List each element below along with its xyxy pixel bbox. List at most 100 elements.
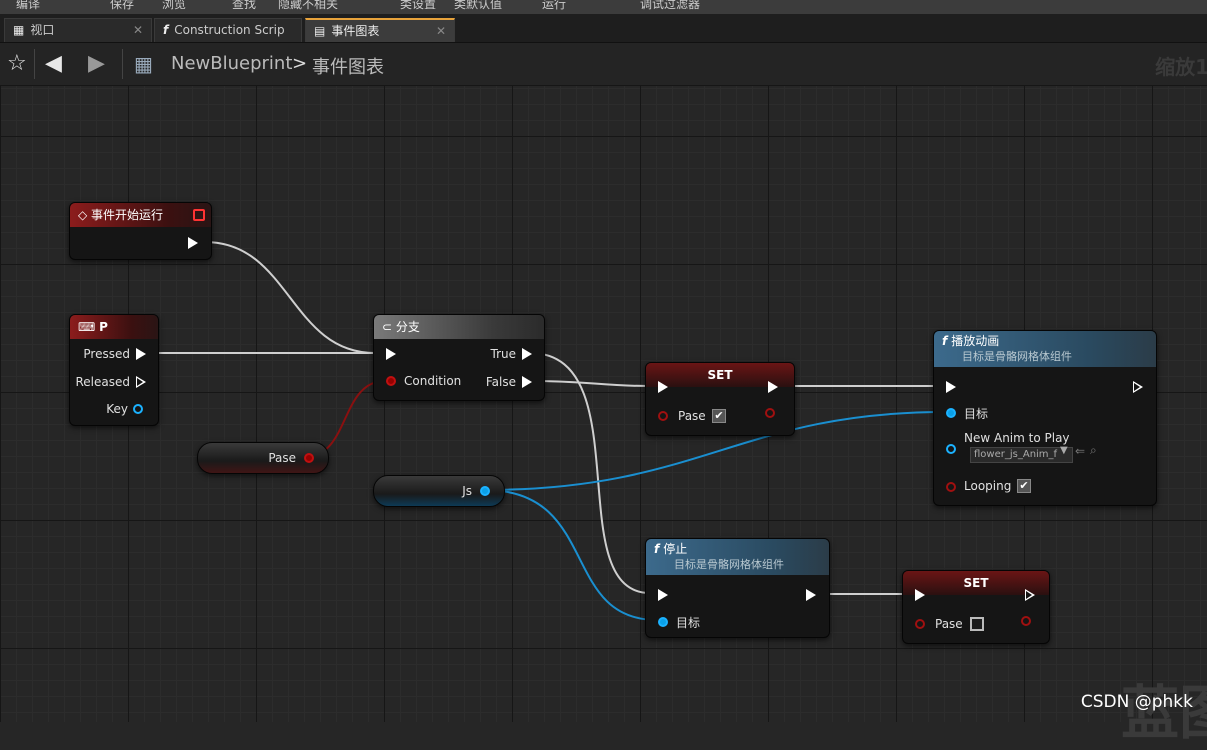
pase-out-pin[interactable] (304, 453, 314, 463)
exec-in-pin[interactable] (658, 589, 668, 601)
true-exec-pin[interactable] (522, 348, 532, 360)
node-title: 分支 (395, 320, 420, 334)
tab-construction-script[interactable]: f Construction Scrip (154, 18, 302, 42)
pase-getter-node[interactable]: Pase (197, 442, 329, 474)
close-icon[interactable]: ✕ (133, 19, 143, 41)
event-graph-icon: ▦ (134, 52, 153, 76)
pase-out-pin[interactable] (765, 408, 775, 418)
use-selected-arrow-icon[interactable]: ⇐ (1075, 444, 1085, 458)
watermark: CSDN @phkk (1080, 692, 1193, 712)
node-header: f 播放动画 目标是骨骼网格体组件 (934, 331, 1156, 367)
target-pin[interactable] (946, 408, 956, 418)
branch-node[interactable]: ⊂ 分支 True Condition False (373, 314, 545, 401)
node-subtitle: 目标是骨骼网格体组件 (962, 350, 1072, 363)
toolbar-hide-unrelated[interactable]: 隐藏不相关 (278, 0, 338, 12)
looping-label: Looping (964, 479, 1012, 493)
pase-in-pin[interactable] (915, 619, 925, 629)
node-title: 播放动画 (951, 334, 1000, 348)
js-getter-node[interactable]: Js (373, 475, 505, 507)
new-anim-pin[interactable] (946, 444, 956, 454)
node-title: 停止 (663, 542, 688, 556)
function-icon: f (163, 23, 169, 37)
branch-icon: ⊂ (382, 320, 396, 334)
output-delegate-icon[interactable] (193, 209, 205, 221)
js-label: Js (462, 484, 472, 498)
browse-search-icon[interactable]: ⌕ (1090, 443, 1097, 458)
exec-in-pin[interactable] (658, 381, 668, 393)
tab-event-graph[interactable]: ▤ 事件图表 ✕ (305, 18, 455, 42)
pressed-exec-pin[interactable] (136, 348, 146, 360)
tab-label: Construction Scrip (174, 23, 285, 37)
star-icon[interactable]: ☆ (7, 52, 27, 76)
node-header: ⌨ P (70, 315, 158, 339)
tab-label: 事件图表 (331, 24, 380, 38)
exec-out-pin[interactable] (768, 381, 778, 393)
event-diamond-icon: ◇ (78, 208, 92, 222)
node-header: ◇ 事件开始运行 (70, 203, 211, 227)
pressed-label: Pressed (83, 347, 130, 361)
stop-node[interactable]: f 停止 目标是骨骼网格体组件 目标 (645, 538, 830, 638)
tab-label: 视口 (30, 23, 55, 37)
node-title: P (99, 320, 108, 334)
toolbar-find[interactable]: 查找 (232, 0, 256, 12)
close-icon[interactable]: ✕ (436, 20, 446, 42)
main-toolbar: 编译 保存 浏览 查找 隐藏不相关 类设置 类默认值 运行 调试过滤器 (0, 0, 1207, 14)
looping-checkbox[interactable]: ✔ (1017, 479, 1031, 493)
toolbar-run[interactable]: 运行 (542, 0, 566, 12)
anim-asset-dropdown[interactable]: flower_js_Anim_f (970, 447, 1073, 463)
divider (34, 49, 35, 79)
pase-label: Pase (268, 451, 296, 465)
key-label: Key (106, 402, 128, 416)
tab-viewport[interactable]: ▦ 视口 ✕ (4, 18, 152, 42)
keyboard-icon: ⌨ (78, 320, 100, 334)
toolbar-browse[interactable]: 浏览 (162, 0, 186, 12)
toolbar-class-settings[interactable]: 类设置 (400, 0, 436, 12)
pase-out-pin[interactable] (1021, 616, 1031, 626)
pase-checkbox[interactable]: ✔ (712, 409, 726, 423)
looping-pin[interactable] (946, 482, 956, 492)
toolbar-debug-filter[interactable]: 调试过滤器 (640, 0, 700, 12)
set-pase-true-node[interactable]: SET Pase ✔ (645, 362, 795, 436)
back-arrow-icon[interactable]: ◀ (45, 52, 62, 76)
play-animation-node[interactable]: f 播放动画 目标是骨骼网格体组件 目标 New Anim to Play flo… (933, 330, 1157, 506)
event-begin-play-node[interactable]: ◇ 事件开始运行 (69, 202, 212, 260)
forward-arrow-icon[interactable]: ▶ (88, 52, 105, 76)
chevron-down-icon[interactable]: ▼ (1060, 445, 1068, 456)
toolbar-save[interactable]: 保存 (110, 0, 134, 12)
false-exec-pin[interactable] (522, 376, 532, 388)
toolbar-compile[interactable]: 编译 (16, 0, 40, 12)
tab-bar: ▦ 视口 ✕ f Construction Scrip ▤ 事件图表 ✕ (0, 14, 1207, 43)
exec-out-pin[interactable] (1133, 381, 1143, 393)
zoom-label: 缩放1: (1155, 55, 1207, 79)
anim-asset-value: flower_js_Anim_f (974, 449, 1058, 460)
divider (122, 49, 123, 79)
exec-out-pin[interactable] (1025, 589, 1035, 601)
js-out-pin[interactable] (480, 486, 490, 496)
node-header: f 停止 目标是骨骼网格体组件 (646, 539, 829, 575)
function-icon: f (654, 542, 660, 556)
target-label: 目标 (676, 616, 701, 630)
released-exec-pin[interactable] (136, 376, 146, 388)
set-pase-false-node[interactable]: SET Pase (902, 570, 1050, 644)
exec-in-pin[interactable] (946, 381, 956, 393)
new-anim-label: New Anim to Play (964, 431, 1070, 445)
exec-in-pin[interactable] (915, 589, 925, 601)
condition-pin[interactable] (386, 376, 396, 386)
node-subtitle: 目标是骨骼网格体组件 (674, 558, 784, 571)
exec-out-pin[interactable] (188, 237, 198, 249)
key-p-node[interactable]: ⌨ P Pressed Released Key (69, 314, 159, 426)
target-pin[interactable] (658, 617, 668, 627)
breadcrumb-graph: 事件图表 (312, 57, 384, 78)
target-label: 目标 (964, 407, 989, 421)
true-label: True (490, 347, 517, 361)
pase-in-pin[interactable] (658, 411, 668, 421)
false-label: False (485, 375, 516, 389)
viewport-icon: ▦ (13, 23, 25, 37)
pase-checkbox[interactable] (970, 617, 984, 631)
exec-in-pin[interactable] (386, 348, 396, 360)
graph-nav-bar: ☆ ◀ ▶ ▦ NewBlueprint > 事件图表 缩放1: (0, 43, 1207, 86)
exec-out-pin[interactable] (806, 589, 816, 601)
toolbar-class-defaults[interactable]: 类默认值 (454, 0, 502, 12)
breadcrumb-blueprint[interactable]: NewBlueprint (171, 53, 292, 74)
key-struct-pin[interactable] (133, 404, 143, 414)
